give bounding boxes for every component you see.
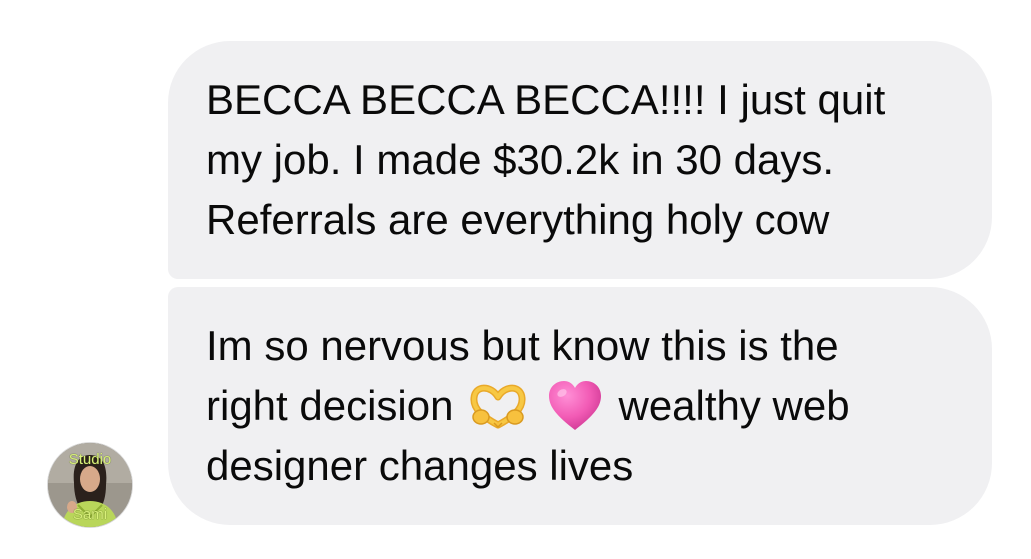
- message-text-line: Referrals are everything holy cow: [206, 196, 830, 243]
- message-bubble[interactable]: Im so nervous but know this is the right…: [168, 287, 992, 525]
- pink-heart-emoji: [547, 380, 603, 432]
- message-bubble[interactable]: BECCA BECCA BECCA!!!! I just quit my job…: [168, 41, 992, 279]
- message-text-line: Im so nervous but know this is the: [206, 322, 839, 369]
- avatar[interactable]: Studio Sami: [48, 443, 132, 527]
- message-text-line: designer changes lives: [206, 442, 634, 489]
- message-text-segment: wealthy web: [618, 382, 850, 429]
- avatar-label-top: Studio: [68, 451, 112, 468]
- message-text-line: my job. I made $30.2k in 30 days.: [206, 136, 835, 183]
- message-text-segment: right decision: [206, 382, 454, 429]
- message-text-line: right decision wealthy web: [206, 376, 972, 436]
- avatar-label-bottom: Sami: [72, 506, 108, 523]
- message-text-line: BECCA BECCA BECCA!!!! I just quit: [206, 76, 886, 123]
- heart-hands-emoji: [469, 383, 527, 429]
